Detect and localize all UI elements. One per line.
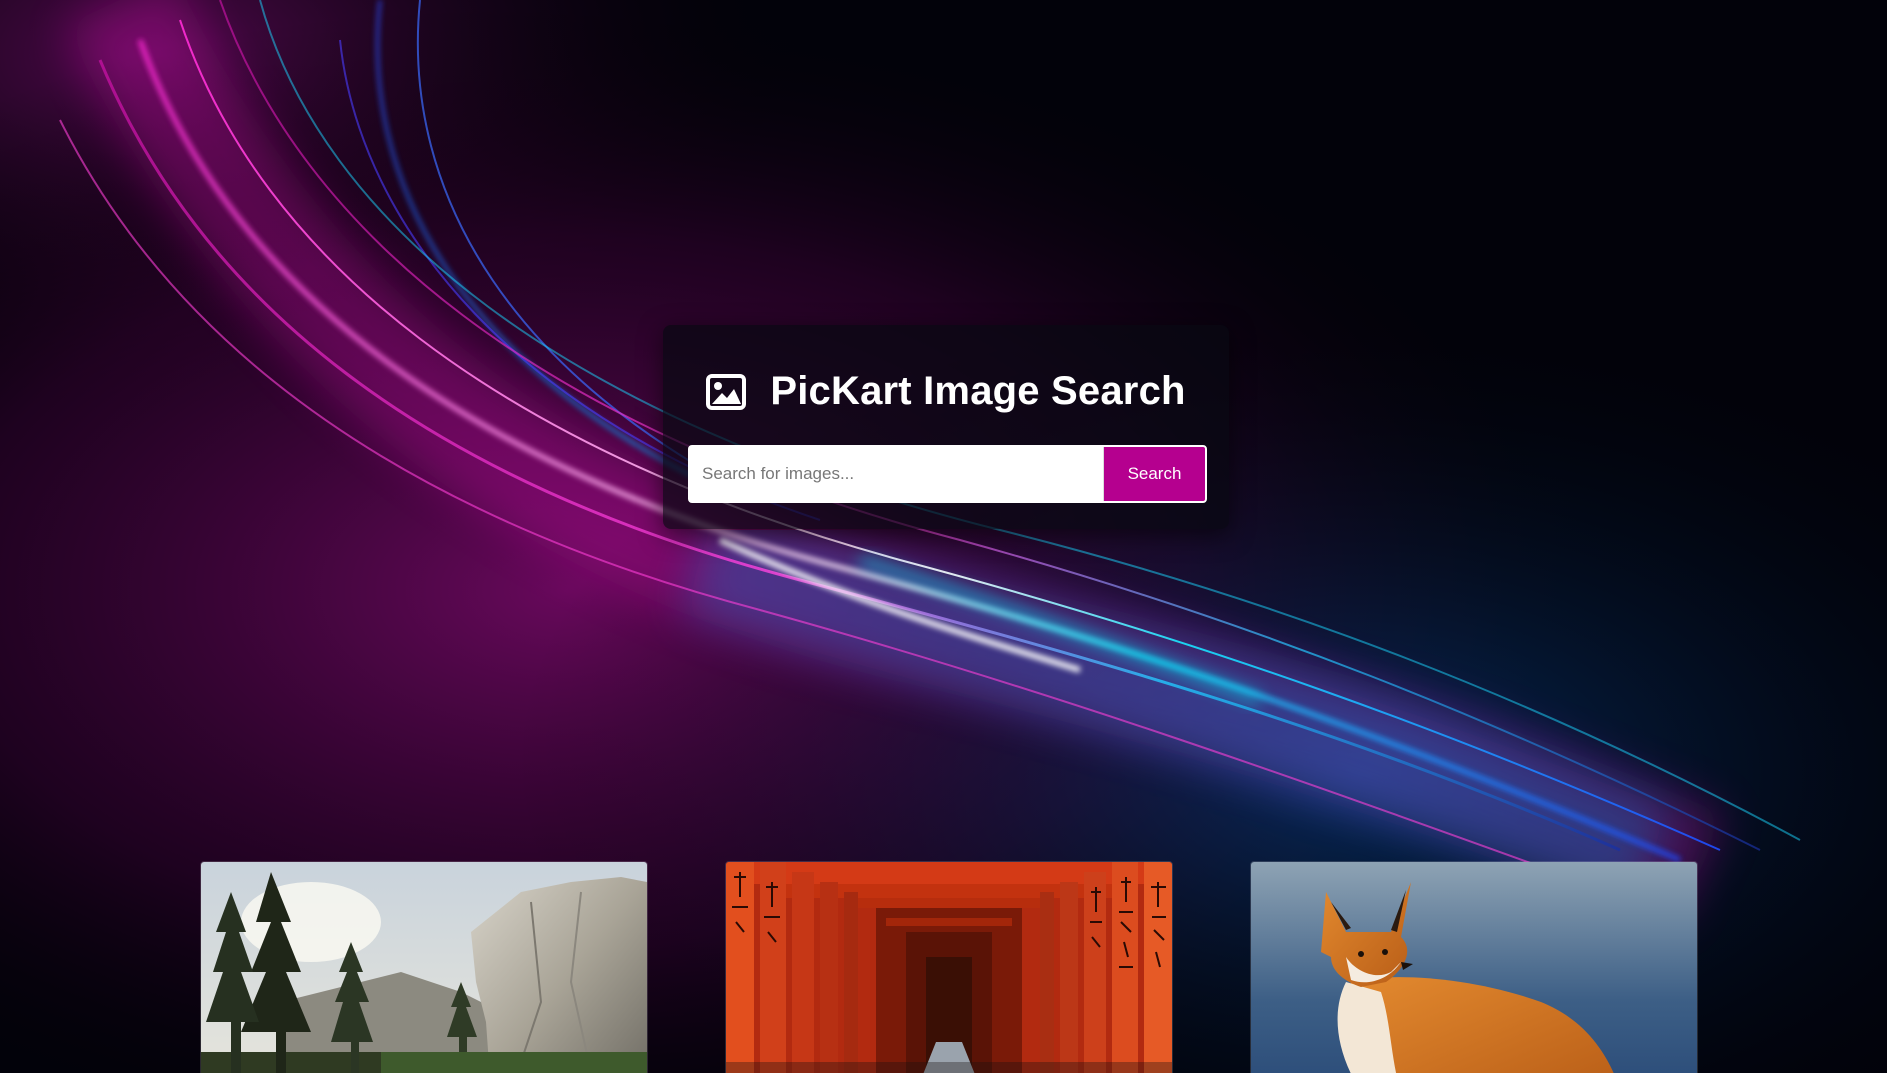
gallery-image-card[interactable] <box>725 861 1173 1073</box>
search-panel: PicKart Image Search Search <box>663 325 1229 529</box>
image-gallery <box>0 861 1887 1073</box>
image-icon <box>706 373 747 410</box>
torii-tunnel-image <box>726 862 1172 1073</box>
search-input[interactable] <box>690 447 1103 501</box>
search-button[interactable]: Search <box>1103 447 1205 501</box>
gallery-image-card[interactable] <box>1250 861 1698 1073</box>
fox-image <box>1251 862 1697 1073</box>
page-title: PicKart Image Search <box>770 369 1186 413</box>
gallery-image-card[interactable] <box>200 861 648 1073</box>
header: PicKart Image Search <box>663 369 1229 414</box>
forest-cliff-image <box>201 862 647 1073</box>
search-form: Search <box>688 445 1207 503</box>
page: PicKart Image Search Search <box>0 0 1887 1073</box>
